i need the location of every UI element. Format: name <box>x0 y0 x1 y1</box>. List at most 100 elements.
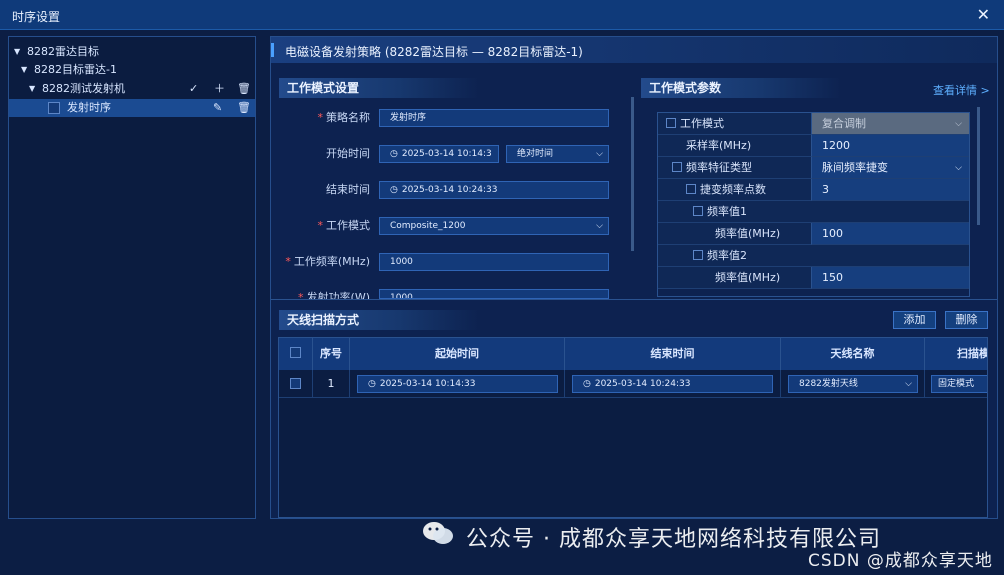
param-label: 捷变频率点数 <box>700 183 766 196</box>
close-icon[interactable]: ✕ <box>977 5 990 24</box>
params-grid: 工作模式 复合调制 ⌵ 采样率(MHz) 1200 频率特征类型 脉间频率捷变 ⌵ … <box>657 112 970 297</box>
target-tree: ▼ 8282雷达目标 ▼ 8282目标雷达-1 ▼ 8282测试发射机 ✓ ＋ … <box>8 36 256 519</box>
param-freq2-input[interactable]: 150 <box>812 267 969 289</box>
antenna-scan-table: 序号 起始时间 结束时间 天线名称 扫描模 1 ◷ 2025-03-14 10:1… <box>278 337 988 518</box>
edit-icon[interactable]: ✎ <box>213 99 222 117</box>
param-sample-rate-input[interactable]: 1200 <box>812 135 969 157</box>
start-time-cell: ◷ 2025-03-14 10:14:33 <box>350 370 565 398</box>
param-row: 频率值1 <box>658 201 969 223</box>
strategy-name-input[interactable]: 发射时序 <box>379 109 609 127</box>
csdn-watermark: CSDN @成都众享天地 <box>808 551 993 571</box>
caret-down-icon[interactable]: ▼ <box>14 43 20 61</box>
select-all-checkbox[interactable] <box>290 347 301 358</box>
chevron-down-icon: ⌵ <box>905 379 912 389</box>
tree-node-target-radar[interactable]: ▼ 8282目标雷达-1 <box>9 61 255 79</box>
caret-down-icon[interactable]: ▼ <box>21 61 27 79</box>
row-antenna-select[interactable]: 8282发射天线 ⌵ <box>788 375 918 393</box>
work-freq-label: * 工作频率(MHz) <box>285 255 370 268</box>
time-mode-select[interactable]: 绝对时间 ⌵ <box>506 145 609 163</box>
column-header: 结束时间 <box>565 338 781 370</box>
param-row: 频率值(MHz) 100 <box>658 223 969 245</box>
param-checkbox[interactable] <box>693 206 703 216</box>
clock-icon: ◷ <box>368 379 376 389</box>
header-checkbox-cell <box>279 338 313 370</box>
panel-title: 电磁设备发射策略 (8282雷达目标 — 8282目标雷达-1) <box>285 45 583 59</box>
main-area: ▼ 8282雷达目标 ▼ 8282目标雷达-1 ▼ 8282测试发射机 ✓ ＋ … <box>0 30 1004 575</box>
chevron-down-icon: ⌵ <box>596 221 603 231</box>
param-label: 频率值1 <box>707 205 747 218</box>
window-title: 时序设置 <box>12 10 61 24</box>
add-button[interactable]: 添加 <box>893 311 936 329</box>
param-row: 采样率(MHz) 1200 <box>658 135 969 157</box>
param-label: 工作模式 <box>680 117 724 130</box>
tree-node-radar-target[interactable]: ▼ 8282雷达目标 <box>9 43 255 61</box>
section-title-antenna: 天线扫描方式 <box>279 310 479 330</box>
param-checkbox[interactable] <box>693 250 703 260</box>
chevron-down-icon: ⌵ <box>955 119 962 129</box>
confirm-icon[interactable]: ✓ <box>189 80 198 98</box>
tx-power-label: * 发射功率(W) <box>298 291 370 299</box>
add-icon[interactable]: ＋ <box>214 80 225 98</box>
view-details-link[interactable]: 查看详情 > <box>933 82 990 98</box>
column-header: 序号 <box>313 338 350 370</box>
caret-down-icon[interactable]: ▼ <box>29 80 35 98</box>
tx-power-input[interactable]: 1000 <box>379 289 609 299</box>
row-checkbox-cell <box>279 370 313 398</box>
wechat-icon <box>423 522 453 544</box>
column-header: 天线名称 <box>781 338 925 370</box>
tree-node-tx-sequence[interactable]: 发射时序 ✎ 🗑 <box>9 99 255 117</box>
param-freq-type-select[interactable]: 脉间频率捷变 ⌵ <box>812 157 969 179</box>
column-header: 起始时间 <box>350 338 565 370</box>
param-freq1-input[interactable]: 100 <box>812 223 969 245</box>
column-header: 扫描模 <box>925 338 987 370</box>
section-title-work-mode: 工作模式设置 <box>279 78 479 98</box>
param-label: 频率特征类型 <box>686 161 752 174</box>
clock-icon: ◷ <box>583 379 591 389</box>
param-checkbox[interactable] <box>672 162 682 172</box>
delete-icon[interactable]: 🗑 <box>237 80 251 98</box>
section-title-params: 工作模式参数 <box>641 78 841 98</box>
start-time-picker[interactable]: ◷ 2025-03-14 10:14:3 <box>379 145 499 163</box>
antenna-cell: 8282发射天线 ⌵ <box>781 370 925 398</box>
row-index: 1 <box>313 370 350 398</box>
work-freq-input[interactable]: 1000 <box>379 253 609 271</box>
form-scrollbar[interactable] <box>631 97 634 251</box>
param-label: 频率值(MHz) <box>715 227 781 240</box>
chevron-down-icon: ⌵ <box>955 163 962 173</box>
chevron-down-icon: ⌵ <box>596 149 603 159</box>
row-scan-mode-select[interactable]: 固定模式 <box>931 375 987 393</box>
strategy-name-label: * 策略名称 <box>317 111 371 124</box>
param-row: 频率值2 <box>658 245 969 267</box>
row-start-time-picker[interactable]: ◷ 2025-03-14 10:14:33 <box>357 375 558 393</box>
row-end-time-picker[interactable]: ◷ 2025-03-14 10:24:33 <box>572 375 773 393</box>
param-label: 频率值(MHz) <box>715 271 781 284</box>
start-time-label: 开始时间 <box>326 147 370 160</box>
param-row: 频率特征类型 脉间频率捷变 ⌵ <box>658 157 969 179</box>
delete-icon[interactable]: 🗑 <box>237 99 251 117</box>
panel-header: 电磁设备发射策略 (8282雷达目标 — 8282目标雷达-1) <box>271 37 997 63</box>
param-row: 捷变频率点数 3 <box>658 179 969 201</box>
param-hop-count-input[interactable]: 3 <box>812 179 969 201</box>
header-accent <box>271 43 274 57</box>
params-scrollbar[interactable] <box>977 107 980 225</box>
param-mode-select[interactable]: 复合调制 ⌵ <box>812 113 969 135</box>
end-time-picker[interactable]: ◷ 2025-03-14 10:24:33 <box>379 181 609 199</box>
tree-node-label: 8282测试发射机 <box>42 82 125 95</box>
work-mode-select[interactable]: Composite_1200 ⌵ <box>379 217 609 235</box>
param-label: 采样率(MHz) <box>686 139 752 152</box>
node-checkbox[interactable] <box>48 102 60 114</box>
clock-icon: ◷ <box>390 185 398 195</box>
work-mode-label: * 工作模式 <box>317 219 371 232</box>
param-checkbox[interactable] <box>686 184 696 194</box>
param-row: 工作模式 复合调制 ⌵ <box>658 113 969 135</box>
end-time-cell: ◷ 2025-03-14 10:24:33 <box>565 370 781 398</box>
tree-node-label: 发射时序 <box>67 101 111 114</box>
delete-button[interactable]: 删除 <box>945 311 988 329</box>
row-checkbox[interactable] <box>290 378 301 389</box>
clock-icon: ◷ <box>390 149 398 159</box>
section-divider <box>271 299 997 300</box>
param-checkbox[interactable] <box>666 118 676 128</box>
title-bar: 时序设置 ✕ <box>0 0 1004 30</box>
tree-node-label: 8282目标雷达-1 <box>34 63 117 76</box>
tree-node-transmitter[interactable]: ▼ 8282测试发射机 ✓ ＋ 🗑 <box>9 80 255 98</box>
